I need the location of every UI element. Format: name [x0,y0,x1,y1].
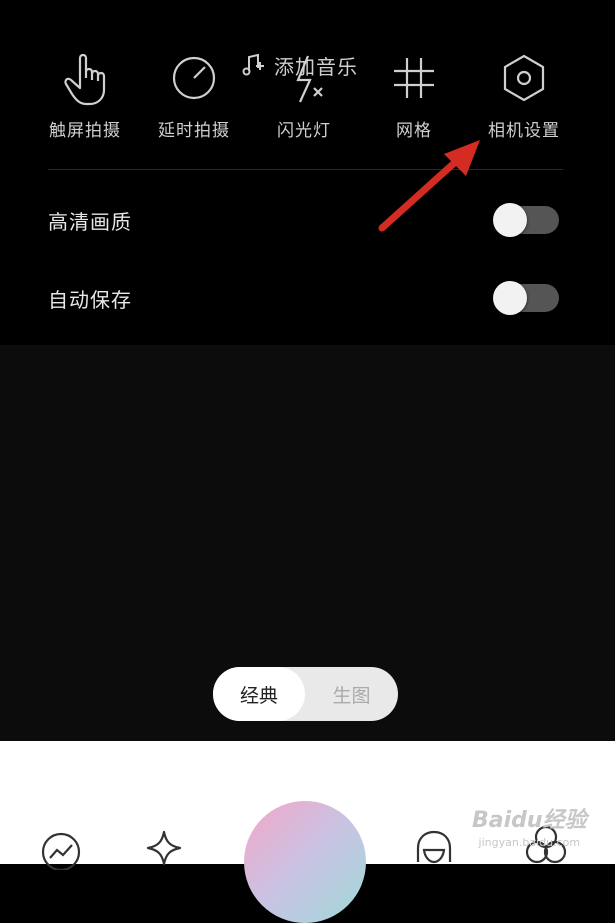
auto-save-label: 自动保存 [48,288,132,312]
flash-button[interactable]: 闪光灯 [249,48,359,141]
grid-icon [394,58,434,98]
timer-icon [172,56,216,100]
watermark-url: jingyan.baidu.com [478,836,581,849]
hd-quality-label: 高清画质 [48,210,132,234]
hexagon-settings-icon [503,54,545,102]
shutter-button[interactable] [244,801,366,923]
grid-button[interactable]: 网格 [359,48,469,141]
mode-generate[interactable]: 生图 [305,667,398,721]
mode-switch[interactable]: 经典 生图 [213,667,398,721]
red-arrow-annotation [378,140,480,232]
touch-icon [64,53,106,106]
tool-label: 触屏拍摄 [49,121,121,141]
toggle-knob [493,281,527,315]
auto-save-toggle[interactable] [493,281,559,315]
timer-shoot-button[interactable]: 延时拍摄 [139,48,249,141]
flash-off-icon [296,55,323,103]
baidu-watermark: Baidu经验 jingyan.baidu.com [472,802,587,849]
tool-label: 闪光灯 [277,121,331,141]
camera-settings-button[interactable]: 相机设置 [469,48,579,141]
sparkle-icon[interactable] [142,828,186,868]
tool-label: 延时拍摄 [158,121,230,141]
toggle-knob [493,203,527,237]
gallery-icon[interactable] [38,830,84,870]
mode-classic[interactable]: 经典 [213,667,305,721]
hd-quality-toggle[interactable] [493,203,559,237]
watermark-title: Baidu经验 [472,808,587,833]
camera-settings-panel: 添加音乐 触屏拍摄 延时拍摄 闪光灯 网格 相机设置 高清画质 自动保存 [0,0,615,345]
touch-shoot-button[interactable]: 触屏拍摄 [30,48,140,141]
face-mask-icon[interactable] [410,826,458,866]
